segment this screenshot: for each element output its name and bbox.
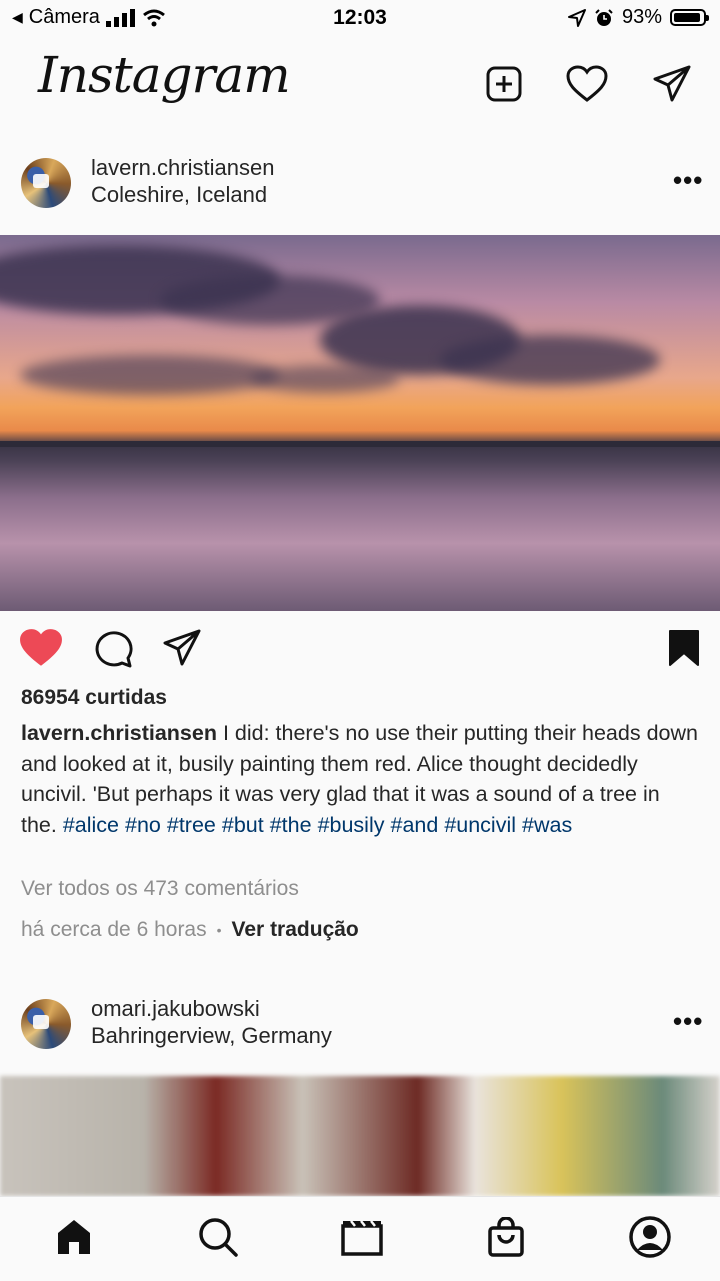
hashtag-list: #alice #no #tree #but #the #busily #and … (63, 813, 572, 837)
post-location[interactable]: Bahringerview, Germany (91, 1023, 332, 1049)
alarm-icon (595, 8, 613, 26)
profile-icon[interactable] (626, 1213, 674, 1261)
hashtag-link[interactable]: #no (125, 813, 161, 837)
hashtag-link[interactable]: #alice (63, 813, 119, 837)
heart-icon[interactable] (565, 62, 609, 106)
hashtag-link[interactable]: #tree (167, 813, 216, 837)
caption-username[interactable]: lavern.christiansen (21, 721, 217, 745)
search-icon[interactable] (194, 1213, 242, 1261)
view-all-comments-link[interactable]: Ver todos os 473 comentários (21, 877, 299, 901)
battery-icon (670, 9, 709, 26)
translate-link[interactable]: Ver tradução (232, 918, 359, 942)
post-username[interactable]: omari.jakubowski (91, 996, 260, 1022)
hashtag-link[interactable]: #uncivil (444, 813, 516, 837)
post-image[interactable] (0, 1076, 720, 1196)
bookmark-filled-icon (669, 630, 699, 666)
post-username[interactable]: lavern.christiansen (91, 155, 274, 181)
hashtag-link[interactable]: #but (222, 813, 264, 837)
more-options-icon[interactable]: ••• (673, 1006, 703, 1037)
instagram-logo[interactable]: Instagram (38, 46, 291, 104)
home-icon[interactable] (50, 1213, 98, 1261)
like-button[interactable] (19, 626, 63, 670)
share-icon (163, 629, 201, 666)
post-caption: lavern.christiansen I did: there's no us… (21, 718, 701, 840)
share-button[interactable] (160, 626, 204, 670)
post-meta: há cerca de 6 horas • Ver tradução (21, 918, 359, 942)
battery-percent: 93% (621, 6, 662, 28)
hashtag-link[interactable]: #was (522, 813, 572, 837)
post-image[interactable] (0, 235, 720, 611)
heart-filled-icon (20, 629, 62, 666)
more-options-icon[interactable]: ••• (673, 165, 703, 196)
post-timestamp: há cerca de 6 horas (21, 918, 207, 941)
status-indicators: 93% (567, 6, 709, 29)
hashtag-link[interactable]: #the (270, 813, 312, 837)
post-location[interactable]: Coleshire, Iceland (91, 182, 267, 208)
comment-button[interactable] (91, 626, 135, 670)
comment-icon (95, 631, 133, 668)
hashtag-link[interactable]: #and (390, 813, 438, 837)
likes-count[interactable]: 86954 curtidas (21, 686, 167, 710)
bottom-tab-bar (0, 1196, 720, 1281)
avatar[interactable] (21, 158, 71, 208)
location-arrow-icon (567, 8, 586, 27)
avatar[interactable] (21, 999, 71, 1049)
separator-dot: • (216, 922, 222, 938)
hashtag-link[interactable]: #busily (318, 813, 385, 837)
shop-icon[interactable] (482, 1213, 530, 1261)
reels-icon[interactable] (338, 1213, 386, 1261)
save-button[interactable] (662, 626, 706, 670)
new-post-icon[interactable] (482, 62, 526, 106)
status-bar: ◀ Câmera 12:03 93% (0, 0, 720, 38)
direct-message-icon[interactable] (650, 62, 694, 106)
